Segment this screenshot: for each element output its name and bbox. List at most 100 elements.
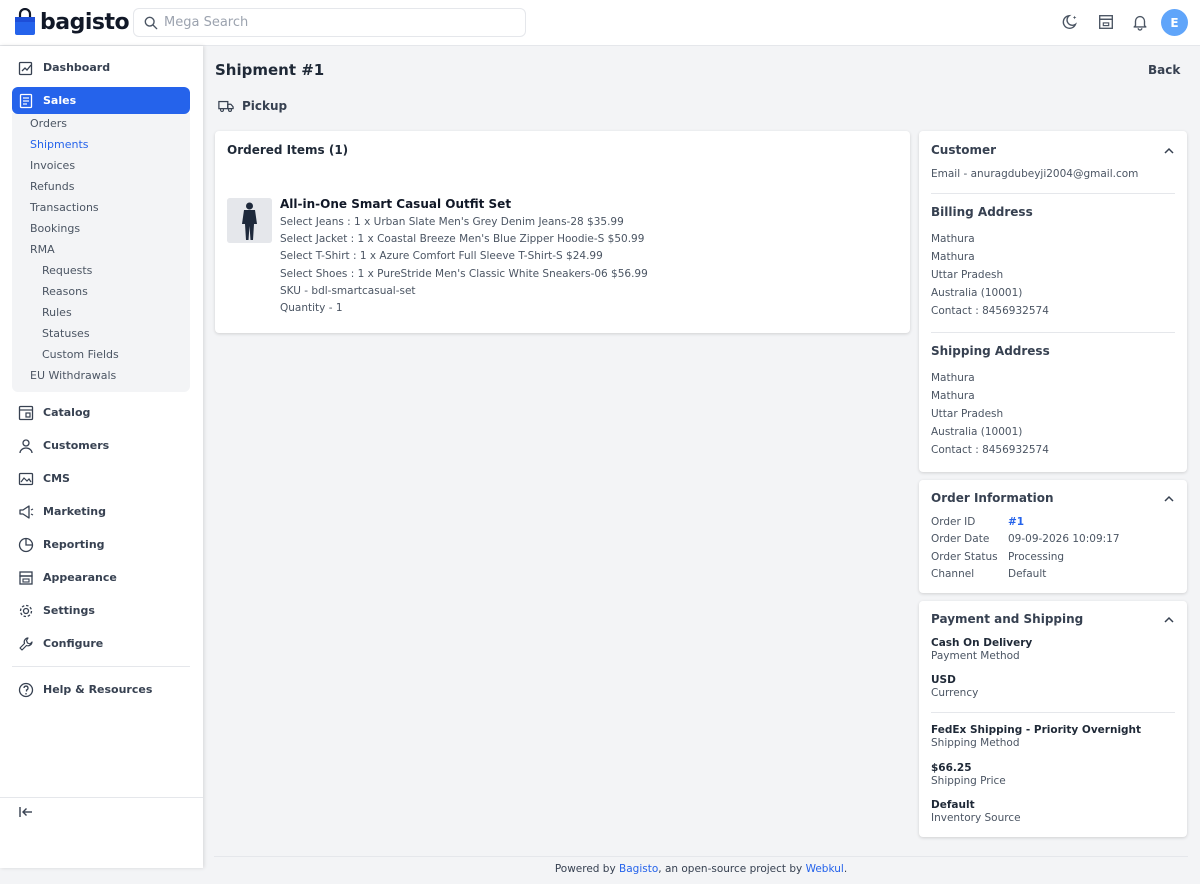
submenu-transactions[interactable]: Transactions [30,201,99,214]
order-id-link[interactable]: #1 [1008,516,1024,528]
sidebar-item-label: Sales [43,94,77,107]
currency-value: USD [931,674,956,686]
billing-line: Mathura [931,233,975,245]
submenu-eu-withdrawals[interactable]: EU Withdrawals [30,369,116,382]
order-status-label: Order Status [931,551,998,563]
inventory-source-label: Inventory Source [931,812,1021,824]
billing-line: Uttar Pradesh [931,269,1004,281]
order-status-value: Processing [1008,551,1065,563]
shipping-method-label: Shipping Method [931,737,1020,749]
product-option: Select Jacket : 1 x Coastal Breeze Men's… [280,233,645,245]
collapse-arrow-icon [19,807,32,817]
payment-method-value: Cash On Delivery [931,637,1033,649]
sidebar-item-label: Catalog [43,406,91,419]
ordered-items-title: Ordered Items (1) [227,143,349,157]
shipping-line: Mathura [931,372,975,384]
search-icon [144,16,158,29]
billing-line: Australia (10001) [931,287,1023,299]
footer: Powered by Bagisto, an open-source proje… [214,863,1188,875]
sidebar-item-help[interactable]: Help & Resources [12,676,190,703]
billing-line: Mathura [931,251,975,263]
sidebar-item-settings[interactable]: Settings [12,597,190,624]
sidebar-item-marketing[interactable]: Marketing [12,498,190,525]
channel-label: Channel [931,568,975,580]
chevron-up-icon[interactable] [1163,145,1175,157]
storefront-icon[interactable] [1096,12,1116,32]
chevron-up-icon[interactable] [1163,614,1175,626]
submenu-bookings[interactable]: Bookings [30,222,80,235]
top-header: bagisto E [0,0,1200,46]
bagisto-logo[interactable]: bagisto [14,8,130,36]
submenu-requests[interactable]: Requests [42,264,92,277]
shipping-method-value: FedEx Shipping - Priority Overnight [931,724,1142,736]
order-date-value: 09-09-2026 10:09:17 [1008,533,1120,545]
dashboard-icon [18,61,33,75]
sales-icon [19,93,33,108]
submenu-refunds[interactable]: Refunds [30,180,74,193]
sidebar-item-customers[interactable]: Customers [12,432,190,459]
sidebar-item-sales[interactable]: Sales [12,87,190,114]
sidebar-item-label: Marketing [43,505,107,518]
order-information-title: Order Information [931,491,1054,505]
submenu-orders[interactable]: Orders [30,117,67,130]
submenu-shipments[interactable]: Shipments [30,138,89,151]
marketing-icon [19,504,34,519]
cms-icon [18,472,34,485]
back-link[interactable]: Back [1148,63,1180,77]
shipping-contact: Contact : 8456932574 [931,444,1049,456]
theme-toggle-icon[interactable] [1061,12,1081,32]
sidebar-item-label: Dashboard [43,61,111,74]
sidebar-item-reporting[interactable]: Reporting [12,531,190,558]
product-option: Select T-Shirt : 1 x Azure Comfort Full … [280,250,603,262]
sidebar-item-label: Help & Resources [43,683,153,696]
mega-search[interactable] [133,8,526,37]
order-date-label: Order Date [931,533,990,545]
payment-method-label: Payment Method [931,650,1020,662]
submenu-rma[interactable]: RMA [30,243,55,256]
sidebar-item-cms[interactable]: CMS [12,465,190,492]
footer-text: Powered by [554,863,620,875]
collapse-sidebar-button[interactable] [17,803,35,821]
customer-title: Customer [931,143,997,157]
submenu-reasons[interactable]: Reasons [42,285,88,298]
sidebar-item-catalog[interactable]: Catalog [12,399,190,426]
submenu-custom-fields[interactable]: Custom Fields [42,348,119,361]
sidebar-item-label: Configure [43,637,104,650]
product-sku: SKU - bdl-smartcasual-set [280,285,416,297]
sidebar-item-label: CMS [43,472,70,485]
webkul-link[interactable]: Webkul [806,863,844,875]
pickup-label: Pickup [218,99,287,113]
sidebar-item-label: Settings [43,604,95,617]
notification-bell-icon[interactable] [1130,12,1150,32]
customer-card: Customer Email - anuragdubeyji2004@gmail… [919,131,1187,472]
submenu-invoices[interactable]: Invoices [30,159,75,172]
sidebar-divider [12,666,190,667]
pickup-text: Pickup [242,99,288,113]
sidebar-item-dashboard[interactable]: Dashboard [12,54,190,81]
user-avatar[interactable]: E [1161,9,1188,36]
sidebar-item-configure[interactable]: Configure [12,630,190,657]
inventory-source-value: Default [931,799,975,811]
shipping-address-title: Shipping Address [931,344,1050,358]
shipping-price-label: Shipping Price [931,775,1006,787]
sidebar-item-appearance[interactable]: Appearance [12,564,190,591]
bagisto-link[interactable]: Bagisto [619,863,658,875]
footer-text: . [843,863,848,875]
product-quantity: Quantity - 1 [280,302,343,314]
submenu-statuses[interactable]: Statuses [42,327,90,340]
submenu-rules[interactable]: Rules [42,306,72,319]
chevron-up-icon[interactable] [1163,493,1175,505]
brand-name: bagisto [40,9,130,35]
shopping-bag-icon [15,8,35,35]
order-id-label: Order ID [931,516,976,528]
shipping-line: Mathura [931,390,975,402]
search-input[interactable] [164,15,504,30]
sidebar-bottom-divider [0,797,203,798]
customer-email: Email - anuragdubeyji2004@gmail.com [931,168,1139,180]
product-image [227,198,272,243]
product-name[interactable]: All-in-One Smart Casual Outfit Set [280,197,511,211]
truck-icon [218,100,234,112]
settings-gear-icon [19,604,33,617]
sidebar-item-label: Appearance [43,571,117,584]
divider [931,712,1175,713]
